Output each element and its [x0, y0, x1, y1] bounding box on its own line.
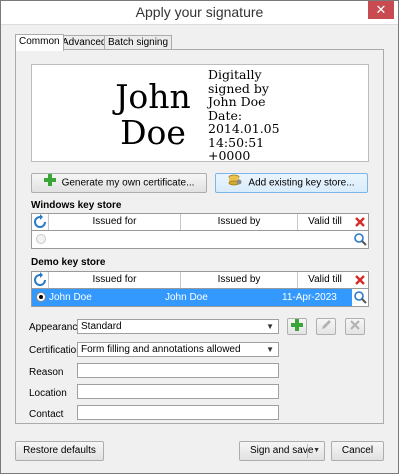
signature-details: Digitally signed by John Doe Date: 2014.…	[208, 67, 280, 163]
certification-value: Form filling and annotations allowed	[81, 344, 241, 355]
delete-icon[interactable]	[352, 272, 368, 288]
column-issued-by[interactable]: Issued by	[180, 272, 297, 288]
reason-label: Reason	[29, 367, 64, 378]
split-divider	[307, 444, 308, 458]
contact-label: Contact	[29, 409, 64, 420]
cell-issued-by: John Doe	[165, 292, 208, 303]
cancel-button[interactable]: Cancel	[331, 441, 384, 461]
column-issued-by[interactable]: Issued by	[180, 214, 297, 230]
contact-field[interactable]	[77, 405, 279, 420]
row-radio[interactable]	[36, 234, 46, 244]
keystore-icon	[228, 174, 242, 193]
close-icon: ✕	[375, 2, 387, 17]
appearance-label: Appearance	[29, 322, 83, 333]
chevron-down-icon: ▼	[266, 345, 274, 354]
cancel-label: Cancel	[341, 445, 374, 456]
demo-keystore-table: Issued for Issued by Valid till John Doe…	[31, 271, 369, 307]
sign-and-save-button[interactable]: Sign and save ▼	[239, 441, 325, 461]
green-plus-icon	[43, 174, 56, 193]
search-icon[interactable]	[352, 231, 368, 248]
chevron-down-icon: ▼	[266, 322, 274, 331]
column-issued-for[interactable]: Issued for	[48, 272, 180, 288]
row-radio[interactable]	[36, 292, 46, 302]
certification-select[interactable]: Form filling and annotations allowed ▼	[77, 342, 279, 357]
windows-keystore-table: Issued for Issued by Valid till	[31, 213, 369, 249]
windows-keystore-title: Windows key store	[31, 200, 122, 211]
tab-advanced[interactable]: Advanced	[58, 35, 111, 50]
certification-label: Certification	[29, 345, 82, 356]
pencil-icon	[322, 320, 331, 329]
sign-and-save-label: Sign and save	[250, 445, 314, 456]
column-issued-for[interactable]: Issued for	[48, 214, 180, 230]
table-header: Issued for Issued by Valid till	[32, 272, 368, 289]
tab-common[interactable]: Common	[15, 34, 64, 51]
column-valid-till[interactable]: Valid till	[297, 272, 352, 288]
demo-keystore-title: Demo key store	[31, 257, 106, 268]
add-keystore-button[interactable]: Add existing key store...	[215, 173, 368, 193]
location-label: Location	[29, 388, 67, 399]
cell-valid-till: 11-Apr-2023	[282, 292, 337, 303]
refresh-icon[interactable]	[32, 272, 48, 288]
appearance-value: Standard	[81, 321, 122, 332]
delete-appearance-button[interactable]	[345, 318, 365, 335]
restore-defaults-label: Restore defaults	[23, 445, 96, 456]
green-plus-icon	[291, 319, 303, 331]
add-keystore-label: Add existing key store...	[248, 177, 355, 189]
close-button[interactable]: ✕	[368, 1, 394, 19]
appearance-select[interactable]: Standard ▼	[77, 319, 279, 334]
chevron-down-icon[interactable]: ▼	[313, 442, 320, 460]
column-valid-till[interactable]: Valid till	[297, 214, 352, 230]
cell-issued-for: John Doe	[49, 292, 92, 303]
table-row[interactable]: John Doe John Doe 11-Apr-2023	[32, 289, 368, 306]
generate-certificate-button[interactable]: Generate my own certificate...	[31, 173, 207, 193]
refresh-icon[interactable]	[32, 214, 48, 230]
tab-batch-signing[interactable]: Batch signing	[104, 35, 173, 50]
generate-certificate-label: Generate my own certificate...	[61, 177, 195, 189]
delete-icon[interactable]	[352, 214, 368, 230]
signature-preview: John Doe Digitally signed by John Doe Da…	[31, 64, 369, 162]
table-row[interactable]	[32, 231, 368, 248]
reason-field[interactable]	[77, 363, 279, 378]
add-appearance-button[interactable]	[287, 318, 307, 335]
sign-dialog: Apply your signature ✕ Common Advanced B…	[0, 0, 399, 474]
title-bar[interactable]: Apply your signature ✕	[1, 1, 398, 25]
signature-name: John Doe	[115, 77, 191, 152]
search-icon[interactable]	[352, 289, 368, 306]
table-header: Issued for Issued by Valid till	[32, 214, 368, 231]
window-title: Apply your signature	[135, 4, 264, 20]
edit-appearance-button[interactable]	[316, 318, 336, 335]
location-field[interactable]	[77, 384, 279, 399]
restore-defaults-button[interactable]: Restore defaults	[15, 441, 104, 461]
delete-icon	[350, 320, 360, 330]
